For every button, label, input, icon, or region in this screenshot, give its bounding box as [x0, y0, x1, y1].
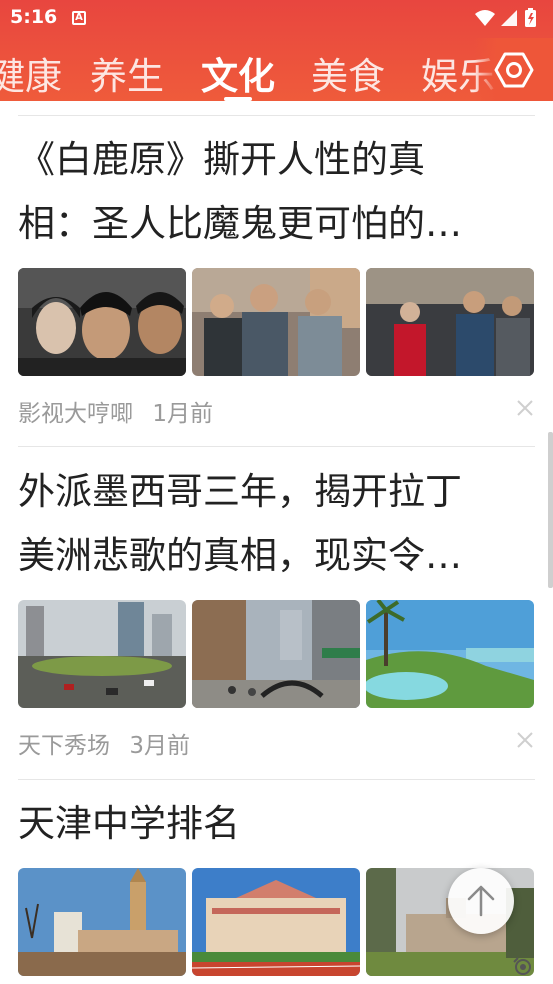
tab-health[interactable]: 健康 [0, 46, 62, 100]
status-time: 5:16 [10, 6, 58, 28]
close-icon[interactable] [515, 398, 535, 418]
article-source: 影视大哼唧 [18, 401, 133, 427]
divider [18, 115, 535, 116]
tab-culture[interactable]: 文化 [201, 46, 275, 100]
article-thumbnail[interactable] [366, 268, 534, 376]
divider [18, 446, 535, 447]
article-time: 3月前 [129, 733, 190, 759]
arrow-up-icon [467, 885, 495, 917]
article-thumbnail[interactable] [192, 600, 360, 708]
article-meta: 影视大哼唧 1月前 [18, 376, 535, 440]
article-images [18, 600, 535, 708]
news-feed: 《白鹿原》撕开人性的真 相：圣人比魔鬼更可怕的… 影视大哼唧 1月前 外派墨西哥… [0, 101, 553, 984]
article-thumbnail[interactable] [18, 600, 186, 708]
article-card[interactable]: 《白鹿原》撕开人性的真 相：圣人比魔鬼更可怕的… 影视大哼唧 1月前 [18, 128, 535, 440]
close-icon[interactable] [515, 730, 535, 750]
divider [18, 779, 535, 780]
article-time: 1月前 [152, 401, 213, 427]
app-header: 5:16 A 健康 养生 文化 美食 娱乐 [0, 0, 553, 101]
article-images [18, 268, 535, 376]
article-thumbnail[interactable] [192, 268, 360, 376]
article-title[interactable]: 外派墨西哥三年，揭开拉丁 美洲悲歌的真相，现实令… [18, 460, 535, 588]
accessibility-icon[interactable] [512, 956, 534, 978]
article-title[interactable]: 天津中学排名 [18, 792, 535, 856]
settings-button[interactable] [474, 38, 553, 101]
tab-food[interactable]: 美食 [311, 46, 385, 100]
article-thumbnail[interactable] [18, 868, 186, 976]
category-tabs: 健康 养生 文化 美食 娱乐 [0, 38, 553, 101]
article-card[interactable]: 外派墨西哥三年，揭开拉丁 美洲悲歌的真相，现实令… 天下秀场 3月前 [18, 460, 535, 772]
article-title[interactable]: 《白鹿原》撕开人性的真 相：圣人比魔鬼更可怕的… [18, 128, 535, 256]
article-thumbnail[interactable] [366, 600, 534, 708]
status-bar: 5:16 A [0, 0, 553, 38]
article-meta: 天下秀场 3月前 [18, 708, 535, 772]
tab-wellness[interactable]: 养生 [90, 46, 164, 100]
article-thumbnail[interactable] [18, 268, 186, 376]
back-to-top-button[interactable] [448, 868, 514, 934]
article-source: 天下秀场 [18, 733, 110, 759]
gear-icon [494, 52, 534, 88]
article-thumbnail[interactable] [192, 868, 360, 976]
scrollbar[interactable] [548, 432, 553, 588]
system-status-icons [475, 8, 536, 27]
notification-icon: A [72, 11, 86, 25]
